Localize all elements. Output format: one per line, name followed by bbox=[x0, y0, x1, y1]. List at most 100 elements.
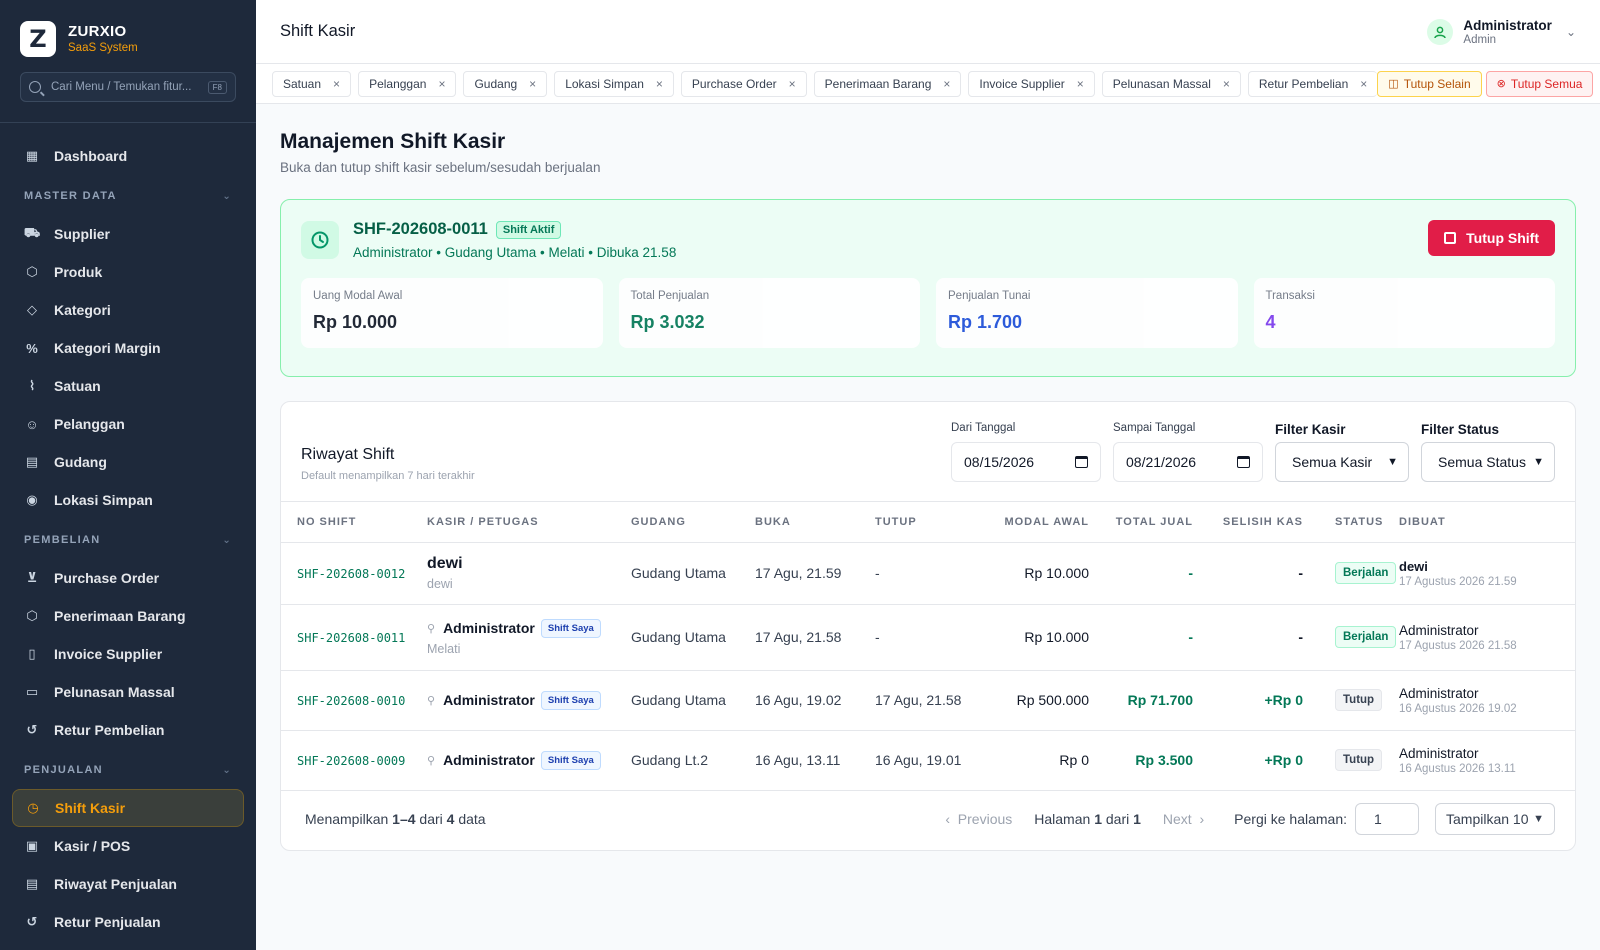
sidebar-item-supplier[interactable]: ⛟ Supplier bbox=[12, 215, 244, 253]
tab-purchase-order[interactable]: Purchase Order × bbox=[680, 70, 807, 97]
table-footer: Menampilkan 1–4 dari 4 data ‹ Previous H… bbox=[281, 791, 1575, 847]
shift-history-card: Riwayat Shift Default menampilkan 7 hari… bbox=[280, 401, 1576, 851]
user-menu[interactable]: Administrator Admin ⌄ bbox=[1427, 18, 1576, 46]
sidebar-item-dashboard[interactable]: ▦ Dashboard bbox=[12, 137, 244, 175]
column-header[interactable]: TOTAL JUAL bbox=[1089, 502, 1193, 543]
tab-lokasi-simpan[interactable]: Lokasi Simpan × bbox=[554, 70, 674, 97]
sidebar-item-label: Retur Pembelian bbox=[54, 722, 165, 738]
sidebar-section-header[interactable]: MASTER DATA ⌄ bbox=[12, 177, 244, 215]
sidebar-section-header[interactable]: PEMBELIAN ⌄ bbox=[12, 521, 244, 559]
sidebar-item-pelanggan[interactable]: ☺ Pelanggan bbox=[12, 405, 244, 443]
status-badge: Tutup bbox=[1335, 689, 1383, 711]
column-header[interactable]: KASIR / PETUGAS bbox=[427, 502, 631, 543]
status-badge: Berjalan bbox=[1335, 562, 1397, 584]
close-icon[interactable]: × bbox=[333, 77, 340, 91]
tab-pelunasan-massal[interactable]: Pelunasan Massal × bbox=[1101, 70, 1241, 97]
chevron-down-icon: ⌄ bbox=[222, 534, 232, 546]
total-cell: Rp 71.700 bbox=[1127, 692, 1193, 708]
close-others-button[interactable]: ◫ Tutup Selain bbox=[1377, 70, 1482, 97]
tab-satuan[interactable]: Satuan × bbox=[272, 70, 352, 97]
date-to-value: 08/21/2026 bbox=[1126, 454, 1197, 470]
sidebar-item-retur-penjualan[interactable]: ↺ Retur Penjualan bbox=[12, 903, 244, 941]
sidebar-item-gudang[interactable]: ▤ Gudang bbox=[12, 443, 244, 481]
user-role: Admin bbox=[1463, 33, 1497, 46]
sidebar-item-penerimaan-barang[interactable]: ⬡ Penerimaan Barang bbox=[12, 597, 244, 635]
sidebar-item-pelunasan-massal[interactable]: ▭ Pelunasan Massal bbox=[12, 673, 244, 711]
table-row[interactable]: SHF-202608-0009 ⚲ Administrator Shift Saya G… bbox=[281, 730, 1575, 791]
status-filter-select[interactable]: Semua Status ▼ bbox=[1421, 442, 1555, 482]
close-icon[interactable]: × bbox=[1360, 77, 1367, 91]
shift-number-link[interactable]: SHF-202608-0009 bbox=[297, 754, 405, 768]
sidebar-item-satuan[interactable]: ⌇ Satuan bbox=[12, 367, 244, 405]
column-header[interactable]: MODAL AWAL bbox=[979, 502, 1089, 543]
sidebar-item-label: Kategori Margin bbox=[54, 340, 161, 356]
stat-label: Transaksi bbox=[1265, 290, 1315, 302]
brand[interactable]: Z ZURXIO SaaS System bbox=[0, 0, 256, 58]
menu-search-input[interactable]: Cari Menu / Temukan fitur... F8 bbox=[20, 72, 236, 102]
next-button[interactable]: Next › bbox=[1163, 811, 1204, 827]
chevron-right-icon: › bbox=[1191, 810, 1205, 827]
stat-card: Penjualan Tunai Rp 1.700 bbox=[936, 278, 1238, 348]
sidebar-item-kategori-margin[interactable]: % Kategori Margin bbox=[12, 329, 244, 367]
shift-number-link[interactable]: SHF-202608-0012 bbox=[297, 567, 405, 581]
goto-page-input[interactable]: 1 bbox=[1355, 802, 1419, 835]
sidebar-item-lokasi-simpan[interactable]: ◉ Lokasi Simpan bbox=[12, 481, 244, 519]
previous-button[interactable]: ‹ Previous bbox=[945, 811, 1012, 827]
warehouse-icon: ▤ bbox=[25, 454, 39, 469]
gudang-cell: Gudang Lt.2 bbox=[631, 730, 755, 791]
sidebar-item-kategori[interactable]: ◇ Kategori bbox=[12, 291, 244, 329]
tab-gudang[interactable]: Gudang × bbox=[463, 70, 548, 97]
kasir-filter-select[interactable]: Semua Kasir ▼ bbox=[1275, 442, 1409, 482]
tab-pelanggan[interactable]: Pelanggan × bbox=[358, 70, 457, 97]
table-row[interactable]: SHF-202608-0010 ⚲ Administrator Shift Saya G… bbox=[281, 670, 1575, 731]
sidebar-item-purchase-order[interactable]: ⊻ Purchase Order bbox=[12, 559, 244, 597]
column-header[interactable]: DIBUAT bbox=[1399, 502, 1575, 543]
tab-retur-pembelian[interactable]: Retur Pembelian × bbox=[1247, 70, 1378, 97]
close-icon[interactable]: × bbox=[1223, 77, 1230, 91]
table-row[interactable]: SHF-202608-0011 ⚲ Administrator Shift Saya M… bbox=[281, 604, 1575, 671]
undo-icon: ↺ bbox=[26, 722, 38, 737]
date-to-input[interactable]: 08/21/2026 bbox=[1113, 442, 1263, 482]
close-icon[interactable]: × bbox=[789, 77, 796, 91]
column-header[interactable]: SELISIH KAS bbox=[1193, 502, 1303, 543]
shift-number-link[interactable]: SHF-202608-0011 bbox=[297, 631, 405, 645]
sidebar-item-kasir-pos[interactable]: ▣ Kasir / POS bbox=[12, 827, 244, 865]
table-row[interactable]: SHF-202608-0012 dewi dewi Gudang Utama 17 Ag… bbox=[281, 542, 1575, 605]
close-all-button[interactable]: ⊗ Tutup Semua bbox=[1485, 70, 1594, 97]
tab-penerimaan-barang[interactable]: Penerimaan Barang × bbox=[813, 70, 962, 97]
close-others-label: Tutup Selain bbox=[1403, 76, 1471, 91]
goto-page: Pergi ke halaman: 1 bbox=[1234, 802, 1419, 835]
sidebar-item-label: Dashboard bbox=[54, 148, 128, 164]
close-shift-button[interactable]: Tutup Shift bbox=[1428, 220, 1555, 256]
topbar: Shift Kasir Administrator Admin ⌄ bbox=[256, 0, 1600, 64]
grid-icon: ▦ bbox=[25, 148, 39, 163]
date-from-input[interactable]: 08/15/2026 bbox=[951, 442, 1101, 482]
close-icon[interactable]: × bbox=[943, 77, 950, 91]
tab-invoice-supplier[interactable]: Invoice Supplier × bbox=[968, 70, 1095, 97]
close-icon[interactable]: × bbox=[438, 77, 445, 91]
column-header[interactable]: TUTUP bbox=[875, 502, 979, 543]
sidebar-section-header[interactable]: PENJUALAN ⌄ bbox=[12, 751, 244, 789]
close-icon[interactable]: × bbox=[1077, 77, 1084, 91]
sidebar-item-produk[interactable]: ⬡ Produk bbox=[12, 253, 244, 291]
close-icon[interactable]: × bbox=[656, 77, 663, 91]
column-header[interactable]: NO SHIFT bbox=[281, 502, 427, 543]
kasir-name: Administrator bbox=[443, 752, 535, 768]
modal-cell: Rp 500.000 bbox=[979, 670, 1089, 731]
sidebar-item-shift-kasir[interactable]: ◷ Shift Kasir bbox=[12, 789, 244, 827]
modal-cell: Rp 10.000 bbox=[979, 604, 1089, 671]
close-icon[interactable]: × bbox=[529, 77, 536, 91]
calendar-icon[interactable] bbox=[1075, 456, 1088, 468]
calendar-icon[interactable] bbox=[1237, 456, 1250, 468]
column-header[interactable]: BUKA bbox=[755, 502, 875, 543]
column-header[interactable]: STATUS bbox=[1303, 502, 1399, 543]
sidebar-item-invoice-supplier[interactable]: ▯ Invoice Supplier bbox=[12, 635, 244, 673]
shift-saya-badge: Shift Saya bbox=[540, 750, 601, 770]
kasir-filter-label: Filter Kasir bbox=[1275, 422, 1346, 437]
per-page-select[interactable]: Tampilkan 10 ▼ bbox=[1435, 802, 1555, 835]
shift-number-link[interactable]: SHF-202608-0010 bbox=[297, 694, 405, 708]
brand-subtitle: SaaS System bbox=[68, 42, 138, 55]
sidebar-item-retur-pembelian[interactable]: ↺ Retur Pembelian bbox=[12, 711, 244, 749]
column-header[interactable]: GUDANG bbox=[631, 502, 755, 543]
sidebar-item-riwayat-penjualan[interactable]: ▤ Riwayat Penjualan bbox=[12, 865, 244, 903]
